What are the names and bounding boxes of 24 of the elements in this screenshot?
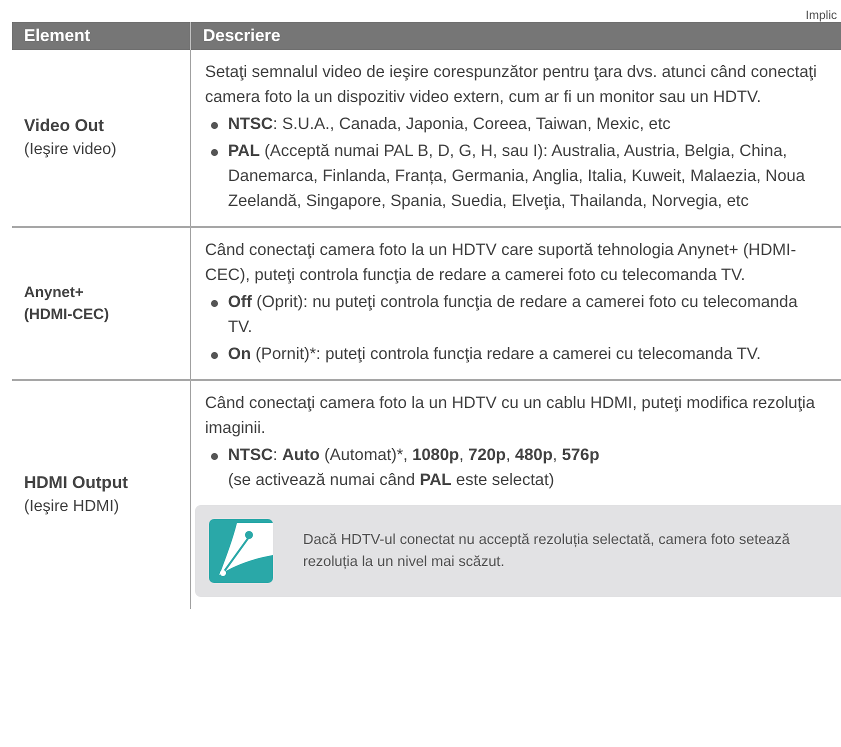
description-text: Când conectaţi camera foto la un HDTV cu un cablu HDMI, puteţi modifica rezoluţia imaginii. xyxy=(205,393,816,439)
bullet-text: On (Pornit)*: puteţi controla funcţia redare a camerei cu telecomanda TV. xyxy=(228,344,761,365)
element-subtitle: (HDMI-CEC) xyxy=(24,304,110,324)
element-name: Video Out xyxy=(24,115,105,137)
note-text: Dacă HDTV-ul conectat nu acceptă rezoluția selectată, camera foto setează rezoluția la un nivel mai scăzut. xyxy=(303,531,791,572)
bullet-text: NTSC: Auto (Automat)*, 1080p, 720p, 480p, 576p (se activează numai când PAL este selectat) xyxy=(228,445,600,491)
bullet-icon xyxy=(211,300,218,307)
page-header-text: Implic xyxy=(806,8,837,22)
bullet-icon xyxy=(211,149,218,156)
column-header: Descriere xyxy=(203,26,281,46)
element-name: HDMI Output xyxy=(24,472,129,494)
bullet-text: Off (Oprit): nu puteţi controla funcţia de redare a camerei foto cu telecomanda TV. xyxy=(228,292,799,338)
bullet-icon xyxy=(211,453,218,460)
description-text: Setaţi semnalul video de ieşire corespunzător pentru ţara dvs. atunci când conectaţi camera foto la un dispozitiv video extern, cum ar fi un monitor sau un HDTV. xyxy=(205,62,818,108)
bullet-text: PAL (Acceptă numai PAL B, D, G, H, sau I): Australia, Austria, Belgia, China, Danemarca, Finlanda, Franța, Germania, Anglia, Italia, Kuweit, Malaezia, Noua Zeelandă, Singapore, Spania, Suedia, Elveţia, Thailanda, Norvegia, etc xyxy=(228,141,806,212)
element-subtitle: (Ieşire HDMI) xyxy=(24,497,120,517)
description-text: Când conectaţi camera foto la un HDTV care suportă tehnologia Anynet+ (HDMI-CEC), puteţi controla funcţia de redare a camerei foto cu telecomanda TV. xyxy=(205,240,798,286)
element-name: Anynet+ xyxy=(24,282,85,302)
bullet-icon xyxy=(211,122,218,129)
element-subtitle: (Ieşire video) xyxy=(24,140,118,160)
pen-nib-icon xyxy=(209,519,273,583)
bullet-text: NTSC: S.U.A., Canada, Japonia, Coreea, Taiwan, Mexic, etc xyxy=(228,114,671,135)
bullet-icon xyxy=(211,352,218,359)
column-header: Element xyxy=(24,25,90,48)
